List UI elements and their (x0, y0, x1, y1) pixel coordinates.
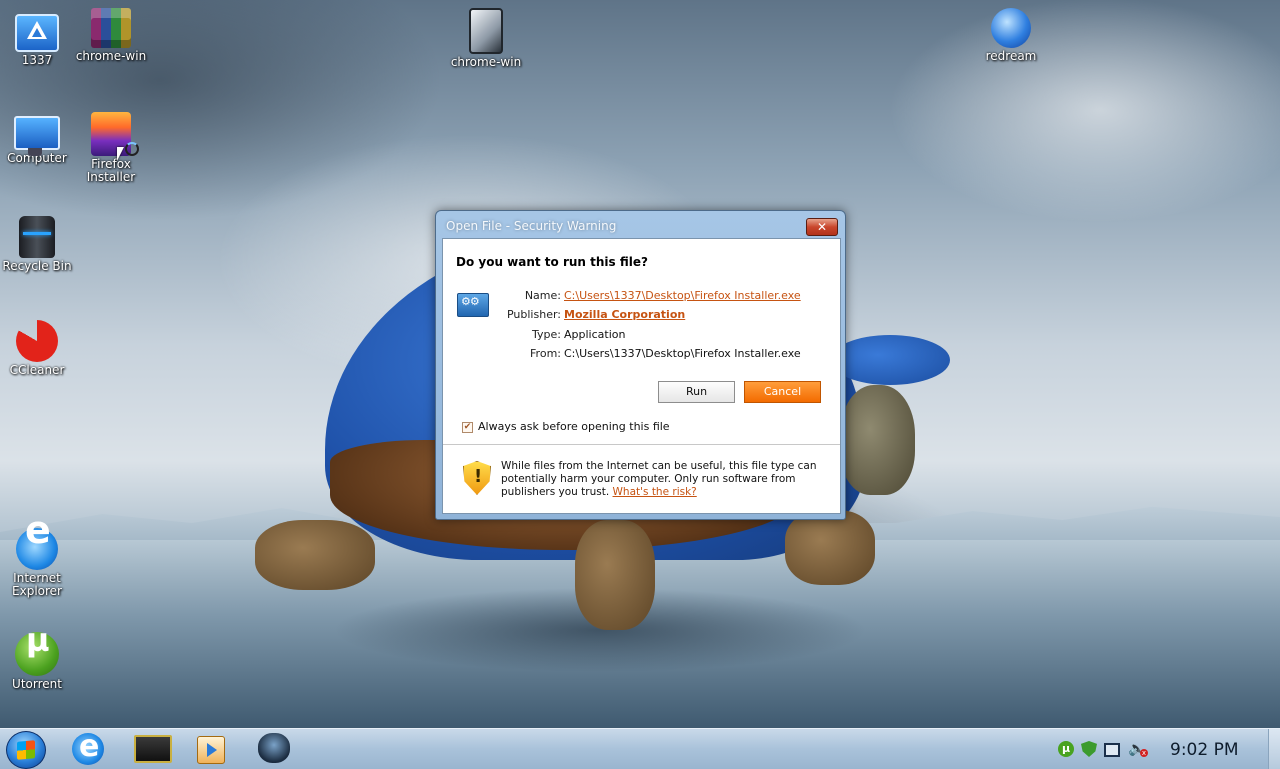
spider-icon[interactable] (258, 733, 290, 763)
desktop-icon-label: chrome-win (75, 49, 147, 63)
always-ask-label[interactable]: Always ask before opening this file (478, 420, 670, 433)
monitor-icon[interactable] (134, 735, 172, 763)
taskbar: µ 🔈 x 9:02 PM (0, 728, 1280, 769)
phone-icon (469, 8, 503, 54)
computer-icon (14, 116, 60, 156)
wallpaper-water (0, 540, 1280, 728)
desktop-icon-label: chrome-win (450, 55, 522, 69)
utorrent-icon (15, 632, 59, 676)
run-button[interactable]: Run (658, 381, 735, 403)
start-button[interactable] (6, 731, 46, 769)
show-desktop-button[interactable] (1268, 729, 1280, 769)
desktop-icon-label: Recycle Bin (2, 259, 72, 273)
redream-swirl-icon (991, 8, 1031, 48)
wallpaper-turtle-cap-brim (830, 335, 950, 385)
desktop-icon-1337[interactable]: 1337 (0, 8, 74, 67)
desktop-icon-recycle-bin[interactable]: Recycle Bin (0, 216, 74, 273)
dialog-divider (443, 444, 840, 445)
desktop-icon-chrome-win-phone[interactable]: chrome-win (449, 8, 523, 69)
desktop-icon-ccleaner[interactable]: CCleaner (0, 320, 74, 377)
desktop-icon-label: Utorrent (12, 677, 62, 691)
from-value: C:\Users\1337\Desktop\Firefox Installer.… (564, 347, 801, 360)
clock[interactable]: 9:02 PM (1170, 740, 1239, 760)
dialog-body: Do you want to run this file? Name: C:\U… (442, 238, 841, 514)
network-icon[interactable] (1104, 743, 1120, 757)
desktop-icon-internet-explorer[interactable]: Internet Explorer (0, 524, 74, 598)
publisher-link[interactable]: Mozilla Corporation (564, 308, 685, 321)
close-icon: ✕ (816, 220, 828, 234)
shield-check-icon[interactable] (1081, 741, 1097, 757)
type-value: Application (564, 328, 626, 341)
desktop-icon-label: CCleaner (9, 363, 65, 377)
internet-explorer-icon (16, 524, 58, 570)
desktop-icon-label: 1337 (21, 53, 53, 67)
desktop-icon-utorrent[interactable]: Utorrent (0, 632, 74, 691)
whats-the-risk-link[interactable]: What's the risk? (613, 486, 697, 498)
from-label: From: (530, 347, 561, 360)
triangle-logo-icon (15, 14, 59, 52)
warning-message: While files from the Internet can be use… (501, 460, 821, 499)
always-ask-checkbox[interactable]: ✔ (462, 422, 473, 433)
type-label: Type: (532, 328, 561, 341)
wallpaper-turtle-head (840, 385, 915, 495)
publisher-label: Publisher: (506, 308, 561, 321)
mouse-pointer-icon (117, 147, 124, 161)
busy-spinner-icon (125, 142, 139, 156)
dialog-titlebar[interactable]: Open File - Security Warning ✕ (436, 211, 845, 239)
cancel-button[interactable]: Cancel (744, 381, 821, 403)
warning-shield-icon (463, 461, 491, 495)
wallpaper-turtle-leg (785, 510, 875, 585)
wallpaper-turtle-leg (255, 520, 375, 590)
desktop-icon-label: Internet Explorer (12, 571, 62, 598)
internet-explorer-icon[interactable] (72, 729, 104, 765)
wallpaper-turtle-leg (575, 520, 655, 630)
name-label: Name: (524, 289, 561, 302)
ccleaner-icon (16, 320, 58, 362)
close-button[interactable]: ✕ (806, 218, 838, 236)
dialog-title: Open File - Security Warning (446, 219, 617, 233)
desktop-icon-redream[interactable]: redream (974, 8, 1048, 63)
desktop-icon-computer[interactable]: Computer (0, 112, 74, 165)
desktop-icon-label: Firefox Installer (86, 157, 136, 184)
dialog-question: Do you want to run this file? (456, 255, 648, 269)
mute-badge-icon: x (1140, 749, 1148, 757)
file-name-link[interactable]: C:\Users\1337\Desktop\Firefox Installer.… (564, 289, 801, 302)
utorrent-icon[interactable]: µ (1058, 741, 1074, 757)
recycle-bin-icon (19, 216, 55, 258)
books-archive-icon (91, 8, 131, 48)
desktop-icon-chrome-win-archive[interactable]: chrome-win (74, 8, 148, 63)
media-player-icon[interactable] (197, 736, 225, 764)
security-warning-dialog: Open File - Security Warning ✕ Do you wa… (435, 210, 846, 520)
desktop-icon-label: redream (985, 49, 1037, 63)
